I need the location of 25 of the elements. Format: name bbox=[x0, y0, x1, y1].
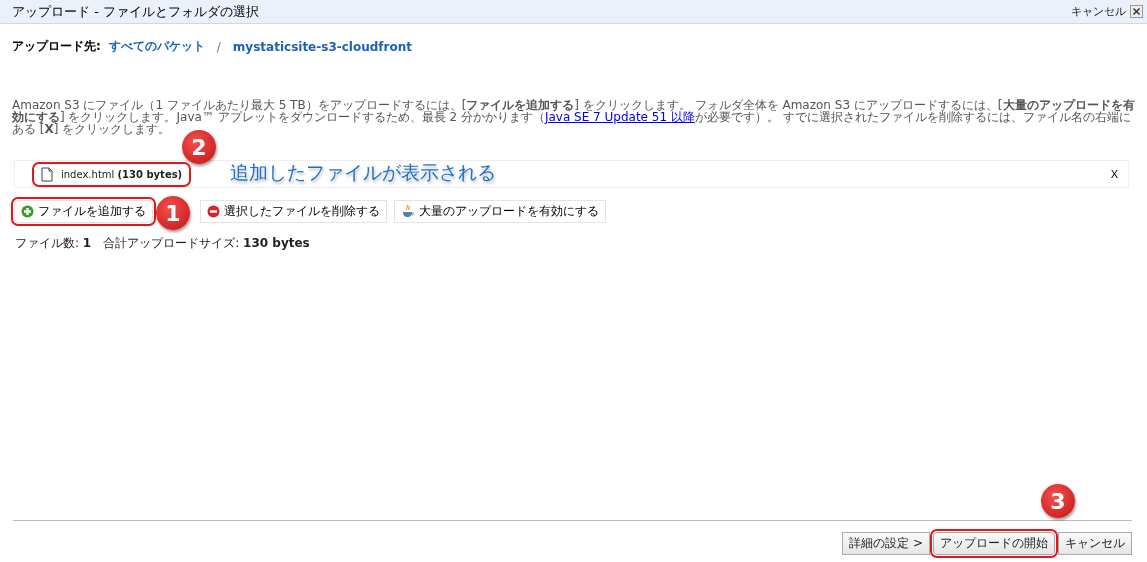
cancel-link[interactable]: キャンセル bbox=[1071, 4, 1126, 19]
footer-button[interactable]: 詳細の設定 > bbox=[842, 532, 930, 555]
footer-button[interactable]: キャンセル bbox=[1058, 532, 1132, 555]
breadcrumb-link[interactable]: mystaticsite-s3-cloudfront bbox=[232, 39, 412, 54]
window-title: アップロード - ファイルとフォルダの選択 bbox=[12, 2, 259, 21]
breadcrumb-separator: / bbox=[215, 39, 222, 54]
step-badge: 1 bbox=[156, 196, 190, 230]
breadcrumb-link[interactable]: すべてのバケット bbox=[108, 38, 205, 55]
document-icon bbox=[41, 166, 53, 182]
add-button[interactable]: ファイルを追加する bbox=[14, 200, 153, 223]
annotation-caption: 追加したファイルが表示される bbox=[230, 160, 496, 185]
remove-file-button[interactable]: X bbox=[1110, 168, 1118, 180]
minus-icon bbox=[207, 205, 220, 218]
coffee-cup-icon bbox=[401, 203, 415, 220]
total-size: 合計アップロードサイズ: 130 bytes bbox=[103, 235, 310, 252]
java-button[interactable]: 大量のアップロードを有効にする bbox=[394, 200, 606, 223]
file-name: index.html (130 bytes) bbox=[61, 168, 183, 180]
destination-label: アップロード先: bbox=[12, 38, 101, 55]
plus-icon bbox=[21, 205, 34, 218]
step-badge: 2 bbox=[182, 130, 216, 164]
close-icon[interactable] bbox=[1130, 5, 1143, 18]
footer-button[interactable]: アップロードの開始 bbox=[933, 532, 1055, 555]
step-badge: 3 bbox=[1041, 484, 1075, 518]
remove-button[interactable]: 選択したファイルを削除する bbox=[200, 200, 387, 223]
file-count: ファイル数: 1 bbox=[15, 235, 92, 252]
